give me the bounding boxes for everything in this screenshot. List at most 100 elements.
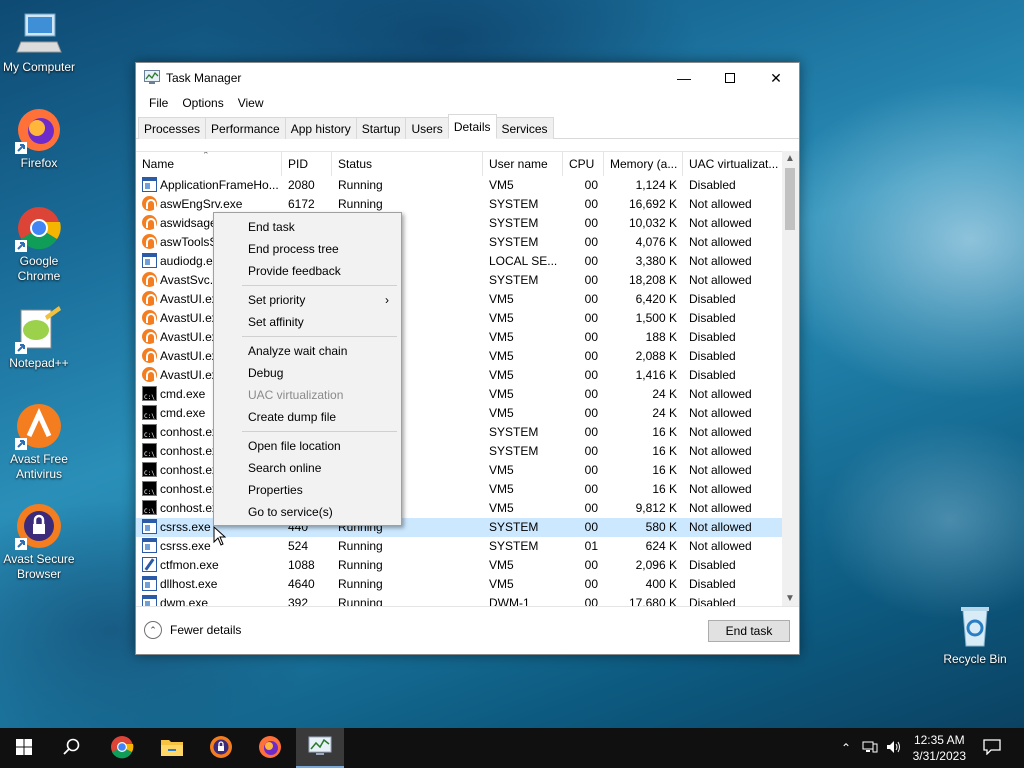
cell-mem: 16 K <box>652 463 677 477</box>
sort-ascending-icon: ⌃ <box>202 151 210 160</box>
taskbar-chrome[interactable] <box>98 728 146 768</box>
menu-separator <box>242 431 397 432</box>
cell-user: VM5 <box>489 406 514 420</box>
column-header-cpu[interactable]: CPU <box>563 152 604 176</box>
tab-details[interactable]: Details <box>447 114 497 139</box>
table-row[interactable]: ctfmon.exe 1088 Running VM5 00 2,096 K Disable… <box>136 556 784 575</box>
context-menu-item-end-task[interactable]: End task <box>214 216 401 238</box>
column-header-memory[interactable]: Memory (a... <box>604 152 683 176</box>
cell-user: SYSTEM <box>489 273 539 287</box>
cell-cpu: 00 <box>584 520 598 534</box>
show-hidden-icons-chevron-icon[interactable]: ⌃ <box>838 741 854 755</box>
table-row[interactable]: csrss.exe 524 Running SYSTEM 01 624 K Not allo… <box>136 537 784 556</box>
scrollbar-thumb[interactable] <box>785 168 795 230</box>
desktop-icon-avast-secure-browser[interactable]: Avast Secure Browser <box>1 502 77 582</box>
taskbar-avast-secure-browser[interactable] <box>197 728 245 768</box>
cell-mem: 624 K <box>645 539 677 553</box>
desktop-icon-firefox[interactable]: Firefox <box>1 106 77 171</box>
menu-bar: File Options View <box>136 93 799 113</box>
tab-performance[interactable]: Performance <box>205 117 286 139</box>
process-icon <box>142 538 157 553</box>
action-center-button[interactable] <box>968 728 1016 768</box>
vertical-scrollbar[interactable]: ▲ ▼ <box>782 151 799 606</box>
scroll-up-icon[interactable]: ▲ <box>785 153 795 164</box>
cell-user: VM5 <box>489 178 514 192</box>
context-menu-item-set-affinity[interactable]: Set affinity <box>214 311 401 333</box>
menu-file[interactable]: File <box>142 93 175 113</box>
cell-pid: 1088 <box>288 558 315 572</box>
cell-uac: Disabled <box>689 577 736 591</box>
context-menu-item-debug[interactable]: Debug <box>214 362 401 384</box>
column-header-uac-virtualization[interactable]: UAC virtualizat... <box>683 152 784 176</box>
network-icon[interactable] <box>862 740 878 757</box>
task-manager-icon <box>144 69 160 87</box>
end-task-button[interactable]: End task <box>708 620 790 642</box>
context-menu-item-open-file-location[interactable]: Open file location <box>214 435 401 457</box>
cell-uac: Disabled <box>689 311 736 325</box>
minimize-button[interactable]: — <box>661 63 707 93</box>
cell-mem: 9,812 K <box>635 501 677 515</box>
cell-cpu: 00 <box>584 235 598 249</box>
scroll-down-icon[interactable]: ▼ <box>785 593 795 604</box>
context-menu-item-analyze-wait-chain[interactable]: Analyze wait chain <box>214 340 401 362</box>
desktop-icon-google-chrome[interactable]: Google Chrome <box>1 204 77 284</box>
chevron-up-icon: ⌃ <box>144 621 162 639</box>
column-header-name[interactable]: ⌃ Name <box>136 152 282 176</box>
cell-user: VM5 <box>489 482 514 496</box>
tab-processes[interactable]: Processes <box>138 117 207 139</box>
close-button[interactable]: ✕ <box>753 63 799 93</box>
context-menu-item-end-process-tree[interactable]: End process tree <box>214 238 401 260</box>
desktop-icon-avast-free-antivirus[interactable]: Avast Free Antivirus <box>1 402 77 482</box>
cell-user: VM5 <box>489 577 514 591</box>
tab-app-history[interactable]: App history <box>284 117 357 139</box>
cell-user: SYSTEM <box>489 520 539 534</box>
maximize-button[interactable] <box>707 63 753 93</box>
process-name: ctfmon.exe <box>160 558 219 572</box>
taskbar-task-manager[interactable] <box>296 728 344 768</box>
process-name: ApplicationFrameHo... <box>160 178 279 192</box>
cell-pid: 4640 <box>288 577 315 591</box>
desktop-icon-recycle-bin[interactable]: Recycle Bin <box>937 602 1013 667</box>
volume-icon[interactable] <box>886 740 902 757</box>
column-header-user-name[interactable]: User name <box>483 152 563 176</box>
fewer-details-button[interactable]: ⌃ Fewer details <box>144 621 241 639</box>
tab-startup[interactable]: Startup <box>355 117 407 139</box>
menu-options[interactable]: Options <box>175 93 230 113</box>
cell-user: VM5 <box>489 501 514 515</box>
table-row[interactable]: dwm.exe 392 Running DWM-1 00 17,680 K Disabled <box>136 594 784 606</box>
chrome-icon <box>110 735 134 762</box>
table-row[interactable]: dllhost.exe 4640 Running VM5 00 400 K Disabled <box>136 575 784 594</box>
taskbar-firefox[interactable] <box>246 728 294 768</box>
desktop-icon-label: My Computer <box>2 60 76 74</box>
column-header-pid[interactable]: PID <box>282 152 332 176</box>
taskbar-clock[interactable]: 12:35 AM 3/31/2023 <box>913 732 966 764</box>
table-row[interactable]: ApplicationFrameHo... 2080 Running VM5 00 1,1… <box>136 176 784 195</box>
menu-item-label: Open file location <box>248 439 341 453</box>
avast-icon <box>15 402 63 450</box>
menu-view[interactable]: View <box>231 93 271 113</box>
menu-item-label: UAC virtualization <box>248 388 344 402</box>
process-icon <box>142 462 157 480</box>
taskbar-file-explorer[interactable] <box>148 728 196 768</box>
title-bar[interactable]: Task Manager — ✕ <box>136 63 799 93</box>
desktop-icon-my-computer[interactable]: My Computer <box>1 10 77 75</box>
tab-users[interactable]: Users <box>405 117 449 139</box>
cell-mem: 4,076 K <box>635 235 677 249</box>
tab-services[interactable]: Services <box>495 117 554 139</box>
column-header-status[interactable]: Status <box>332 152 483 176</box>
footer: ⌃ Fewer details End task <box>136 606 799 654</box>
context-menu-item-go-to-service-s[interactable]: Go to service(s) <box>214 501 401 523</box>
cell-cpu: 01 <box>584 539 598 553</box>
context-menu-item-search-online[interactable]: Search online <box>214 457 401 479</box>
context-menu-item-properties[interactable]: Properties <box>214 479 401 501</box>
menu-item-label: End process tree <box>248 242 339 256</box>
start-button[interactable] <box>0 728 48 768</box>
taskbar-search-button[interactable] <box>48 728 96 768</box>
context-menu-item-create-dump-file[interactable]: Create dump file <box>214 406 401 428</box>
context-menu-item-set-priority[interactable]: Set priority › <box>214 289 401 311</box>
context-menu-item-provide-feedback[interactable]: Provide feedback <box>214 260 401 282</box>
process-name: conhost.ex <box>160 482 219 496</box>
cell-cpu: 00 <box>584 273 598 287</box>
desktop-icon-notepad-plus-plus[interactable]: Notepad++ <box>1 306 77 371</box>
maximize-icon <box>725 73 735 83</box>
